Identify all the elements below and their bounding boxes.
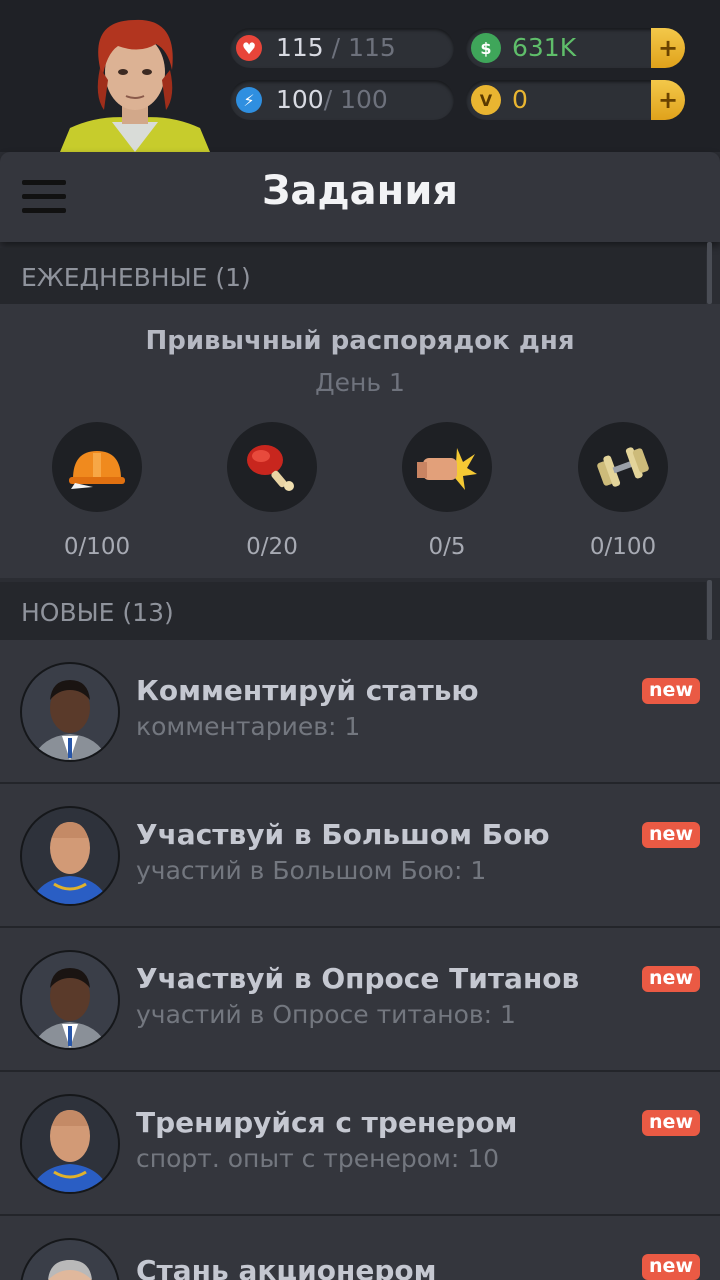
avatar [20, 806, 120, 906]
lightning-icon: ⚡ [236, 87, 262, 113]
vip-counter: V 0 + [466, 80, 685, 120]
list-item[interactable]: Стань акционером new [0, 1216, 720, 1280]
energy-max: 100 [340, 85, 388, 114]
money-value: 631K [512, 33, 577, 62]
daily-goal[interactable]: 0/5 [402, 422, 492, 560]
energy-counter: ⚡ 100/ 100 [230, 80, 454, 120]
new-badge: new [642, 966, 700, 992]
money-counter: $ 631K + [466, 28, 685, 68]
daily-section-header: ЕЖЕДНЕВНЫЕ (1) [0, 248, 706, 304]
task-title: Участвуй в Большом Бою [136, 818, 550, 851]
energy-separator: / [323, 85, 333, 114]
task-title: Комментируй статью [136, 674, 479, 707]
status-bar: ♥ 115 / 115 ⚡ 100/ 100 $ 631K + V 0 + [0, 0, 720, 152]
player-avatar[interactable] [60, 10, 210, 152]
fist-punch-icon [402, 422, 492, 512]
new-badge: new [642, 1254, 700, 1280]
task-title: Тренируйся с тренером [136, 1106, 518, 1139]
task-subtitle: спорт. опыт с тренером: 10 [136, 1144, 500, 1173]
goal-progress: 0/20 [246, 534, 298, 560]
health-separator: / [331, 33, 341, 62]
list-item[interactable]: Комментируй статью комментариев: 1 new [0, 640, 720, 784]
dollar-icon: $ [471, 33, 501, 63]
task-subtitle: участий в Большом Бою: 1 [136, 856, 487, 885]
new-badge: new [642, 822, 700, 848]
list-item[interactable]: Тренируйся с тренером спорт. опыт с трен… [0, 1072, 720, 1216]
avatar [20, 950, 120, 1050]
daily-goal[interactable]: 0/100 [578, 422, 668, 560]
energy-current: 100 [276, 85, 324, 114]
health-counter: ♥ 115 / 115 [230, 28, 454, 68]
meat-icon [227, 422, 317, 512]
task-title: Участвуй в Опросе Титанов [136, 962, 580, 995]
health-max: 115 [348, 33, 396, 62]
title-bar: Задания [0, 152, 720, 242]
task-title: Стань акционером [136, 1254, 437, 1280]
list-item[interactable]: Участвуй в Опросе Титанов участий в Опро… [0, 928, 720, 1072]
new-badge: new [642, 678, 700, 704]
vip-value: 0 [512, 85, 528, 114]
task-subtitle: комментариев: 1 [136, 712, 361, 741]
daily-task-card[interactable]: Привычный распорядок дня День 1 0/100 0/… [0, 304, 720, 578]
add-vip-button[interactable]: + [651, 80, 685, 120]
goal-progress: 0/100 [589, 534, 657, 560]
page-title: Задания [261, 168, 459, 214]
goal-progress: 0/5 [428, 534, 466, 560]
scrollbar[interactable] [707, 580, 712, 640]
daily-goal[interactable]: 0/100 [52, 422, 142, 560]
health-current: 115 [276, 33, 324, 62]
daily-goal[interactable]: 0/20 [227, 422, 317, 560]
heart-icon: ♥ [236, 35, 262, 61]
helmet-icon [52, 422, 142, 512]
add-money-button[interactable]: + [651, 28, 685, 68]
list-item[interactable]: Участвуй в Большом Бою участий в Большом… [0, 784, 720, 928]
avatar [20, 1094, 120, 1194]
avatar [20, 662, 120, 762]
daily-task-day: День 1 [315, 368, 405, 397]
new-badge: new [642, 1110, 700, 1136]
avatar [20, 1238, 120, 1280]
new-section-header: НОВЫЕ (13) [0, 582, 706, 640]
goal-progress: 0/100 [63, 534, 131, 560]
daily-task-title: Привычный распорядок дня [145, 326, 575, 356]
dumbbell-icon [578, 422, 668, 512]
scrollbar[interactable] [707, 242, 712, 304]
task-subtitle: участий в Опросе титанов: 1 [136, 1000, 516, 1029]
vip-coin-icon: V [471, 85, 501, 115]
